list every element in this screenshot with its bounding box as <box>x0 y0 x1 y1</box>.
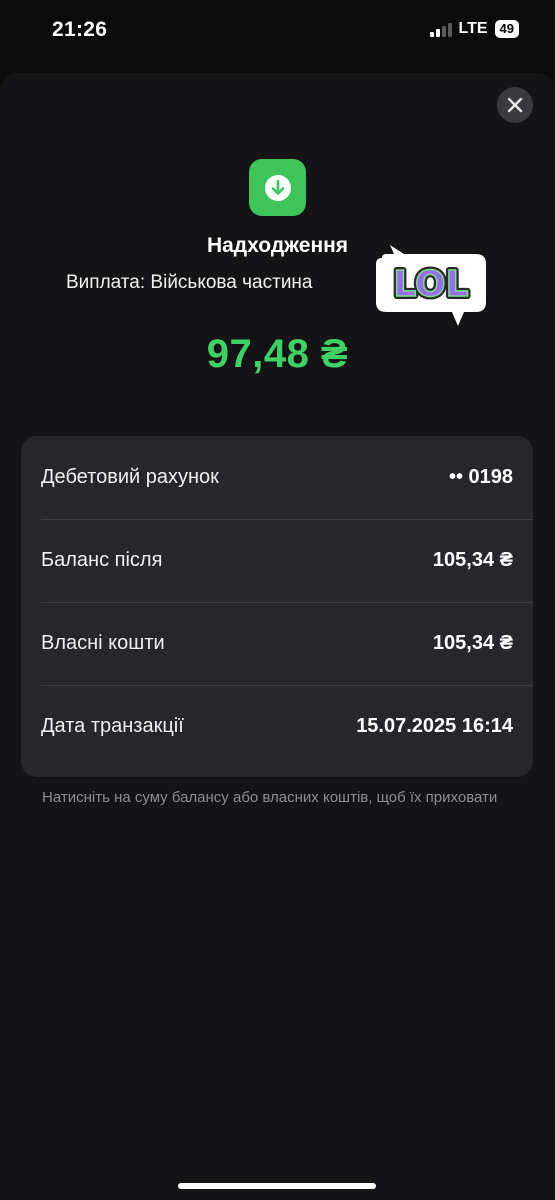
detail-label: Дебетовий рахунок <box>41 466 219 488</box>
detail-label: Власні кошти <box>41 632 165 654</box>
details-card: Дебетовий рахунок •• 0198 Баланс після 1… <box>21 436 533 777</box>
sticker-text: LOL <box>393 264 468 305</box>
signal-strength-icon <box>429 22 452 37</box>
detail-label: Баланс після <box>41 549 163 571</box>
close-icon <box>507 97 523 113</box>
detail-value: •• 0198 <box>448 466 513 488</box>
incoming-transaction-icon <box>249 159 306 216</box>
hide-balance-hint: Натисніть на суму балансу або власних ко… <box>42 789 498 806</box>
status-indicators: LTE 49 <box>429 20 519 38</box>
detail-row-account[interactable]: Дебетовий рахунок •• 0198 <box>41 436 513 519</box>
status-time: 21:26 <box>52 18 108 41</box>
detail-value: 15.07.2025 16:14 <box>356 715 513 737</box>
network-type: LTE <box>458 20 488 37</box>
battery-icon: 49 <box>494 20 519 38</box>
detail-row-transaction-date: Дата транзакції 15.07.2025 16:14 <box>41 685 513 768</box>
transaction-amount: 97,48 ₴ <box>206 332 349 376</box>
detail-row-balance-after[interactable]: Баланс після 105,34 ₴ <box>41 519 513 602</box>
detail-label: Дата транзакції <box>41 715 184 737</box>
detail-value[interactable]: 105,34 ₴ <box>433 632 513 655</box>
lol-sticker[interactable]: LOL LOL <box>360 244 490 328</box>
detail-row-own-funds[interactable]: Власні кошти 105,34 ₴ <box>41 602 513 685</box>
status-bar: 21:26 LTE 49 <box>0 0 555 66</box>
detail-value[interactable]: 105,34 ₴ <box>433 549 513 572</box>
arrow-down-icon <box>264 174 291 201</box>
transaction-description: Виплата: Військова частина <box>66 272 313 293</box>
home-indicator[interactable] <box>178 1183 376 1189</box>
close-button[interactable] <box>497 87 533 123</box>
